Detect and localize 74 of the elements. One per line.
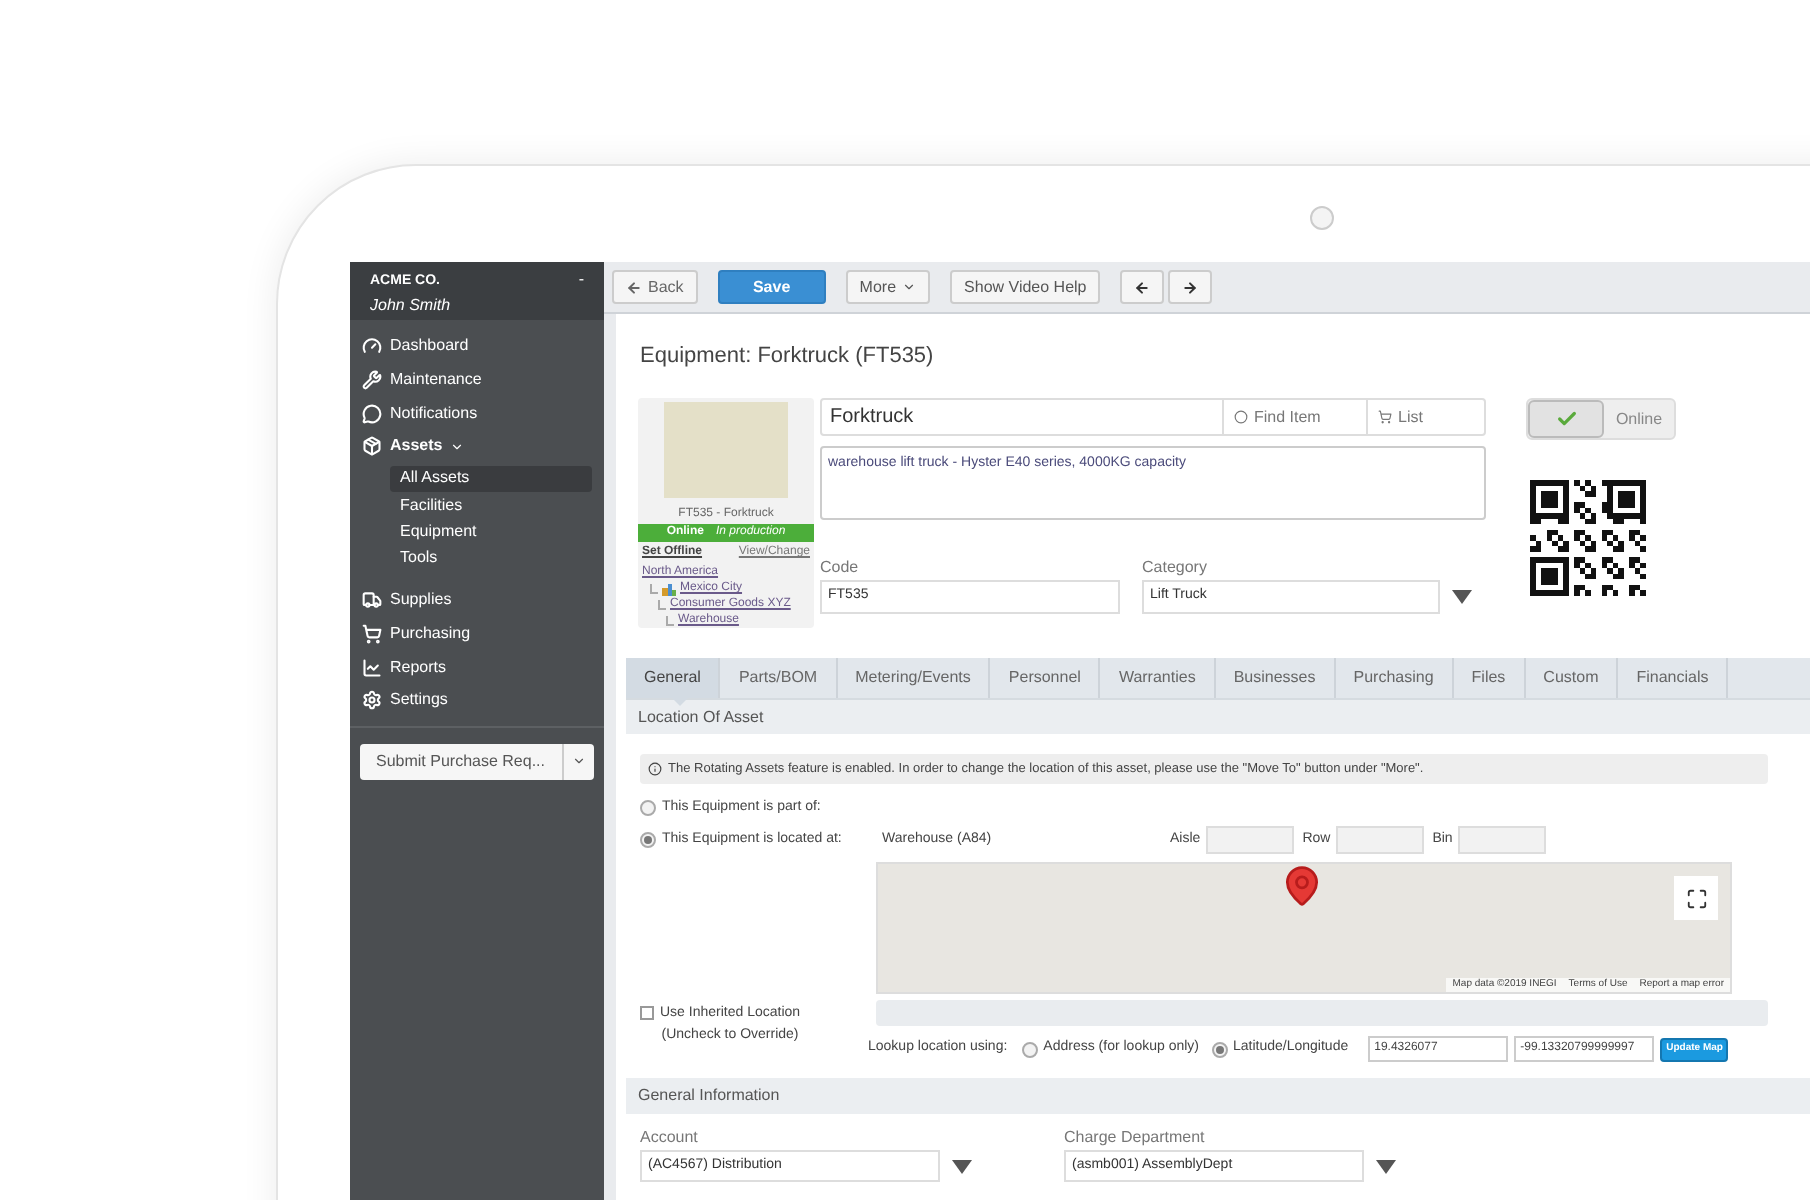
field-label: Category xyxy=(1142,556,1209,580)
buildings-icon xyxy=(662,581,676,595)
field-label: Charge Department xyxy=(1064,1126,1207,1150)
radio-button[interactable] xyxy=(1021,1041,1038,1057)
qr-code xyxy=(1530,480,1646,596)
radio-button[interactable] xyxy=(1211,1041,1227,1057)
nav-subitem[interactable]: Facilities xyxy=(390,492,592,519)
page-title: Equipment: Forktruck (FT535) xyxy=(638,342,936,372)
photo-placeholder xyxy=(664,402,788,498)
nav-item[interactable]: Notifications xyxy=(350,396,604,431)
list-button[interactable]: List xyxy=(1366,400,1484,434)
collapse-button[interactable]: - xyxy=(578,272,584,288)
find-item-button[interactable]: Find Item xyxy=(1222,400,1366,434)
fullscreen-icon xyxy=(1685,887,1707,909)
nav-item[interactable]: Assets xyxy=(350,430,604,464)
tab[interactable]: Custom xyxy=(1525,658,1619,698)
tab[interactable]: Businesses xyxy=(1215,658,1336,698)
name-field[interactable]: Forktruck Find Item List xyxy=(820,398,1486,436)
nav-subitem[interactable]: All Assets xyxy=(390,465,592,493)
arrow-left-icon xyxy=(1134,279,1151,295)
bin-field[interactable] xyxy=(1336,826,1425,854)
dropdown-arrow-icon[interactable] xyxy=(952,1159,972,1173)
tab[interactable]: Parts/BOM xyxy=(720,658,838,698)
nav-item[interactable]: Dashboard xyxy=(350,330,604,364)
section-header: General Information xyxy=(626,1078,1810,1114)
nav-item[interactable]: Settings xyxy=(350,684,604,718)
box-icon xyxy=(362,436,382,457)
bin-field[interactable] xyxy=(1458,826,1547,854)
tools-icon xyxy=(362,370,382,391)
truck-icon xyxy=(362,590,382,611)
chart-icon xyxy=(362,657,382,678)
caret-icon[interactable] xyxy=(572,754,586,769)
more-button[interactable]: More xyxy=(845,270,931,304)
radio-button[interactable] xyxy=(640,800,656,816)
back-button[interactable]: Back xyxy=(612,270,698,304)
chat-bubble-icon xyxy=(362,403,382,424)
tab[interactable]: Files xyxy=(1453,658,1526,698)
tab[interactable]: Purchasing xyxy=(1335,658,1454,698)
cart-icon xyxy=(1378,410,1392,424)
settings-icon xyxy=(362,690,382,711)
camera-icon xyxy=(1310,206,1334,230)
field-label: Account xyxy=(640,1126,700,1150)
video-help-button[interactable]: Show Video Help xyxy=(950,270,1101,304)
tab[interactable]: Warranties xyxy=(1100,658,1216,698)
caret-icon xyxy=(902,280,917,294)
radio-button[interactable] xyxy=(640,832,656,848)
tab[interactable]: Financials xyxy=(1618,658,1729,698)
nav-item[interactable]: Purchasing xyxy=(350,617,604,651)
info-icon xyxy=(648,762,662,776)
check-icon xyxy=(1555,408,1577,430)
tab[interactable]: Metering/Events xyxy=(837,658,991,698)
submit-purchase-request-button[interactable]: Submit Purchase Req... xyxy=(360,743,594,780)
tab[interactable]: Personnel xyxy=(990,658,1101,698)
dropdown-arrow-icon[interactable] xyxy=(1376,1159,1396,1173)
arrow-left-icon xyxy=(626,279,642,295)
nav-item[interactable]: Supplies xyxy=(350,583,604,618)
field-label: Code xyxy=(820,556,861,580)
map-pin-icon xyxy=(1280,864,1324,908)
dropdown-arrow-icon[interactable] xyxy=(1452,590,1472,604)
cart-icon xyxy=(362,623,382,644)
fullscreen-button[interactable] xyxy=(1674,876,1718,920)
arrow-right-icon xyxy=(1182,279,1199,295)
nav-subitem[interactable]: Tools xyxy=(390,545,592,572)
nav-item[interactable]: Maintenance xyxy=(350,363,604,397)
next-button[interactable] xyxy=(1168,270,1213,304)
section-header: Location Of Asset xyxy=(626,700,1810,734)
nav-item[interactable]: Reports xyxy=(350,650,604,684)
bin-field[interactable] xyxy=(1206,826,1295,854)
circle-icon xyxy=(1234,410,1248,424)
user-name: John Smith xyxy=(370,293,451,317)
checkbox[interactable] xyxy=(640,1006,654,1020)
previous-button[interactable] xyxy=(1120,270,1165,304)
gauge-icon xyxy=(362,336,382,357)
nav-subitem[interactable]: Equipment xyxy=(390,518,592,546)
